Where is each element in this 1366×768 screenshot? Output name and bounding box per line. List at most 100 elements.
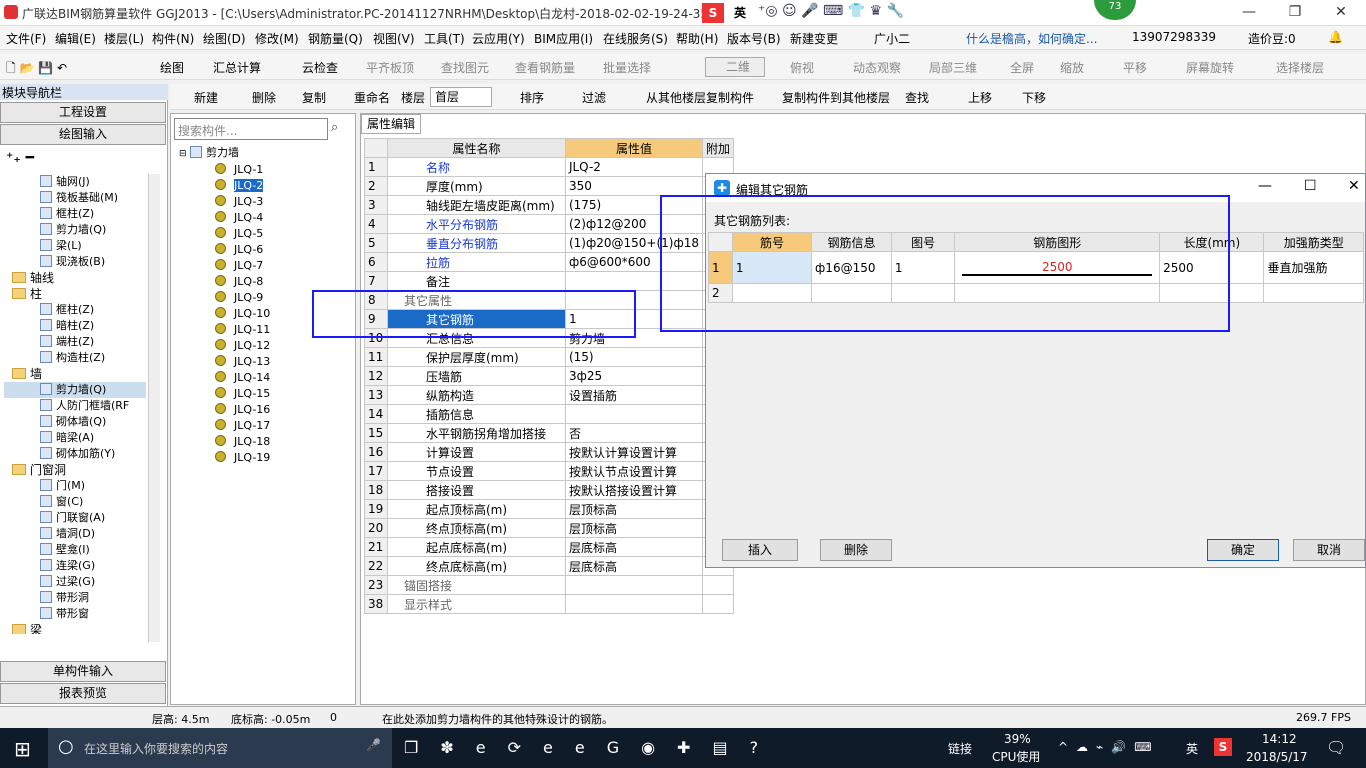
cloud-check-button[interactable]: 云检查 <box>302 59 338 76</box>
nav-tree-item[interactable]: 梁 <box>4 622 146 634</box>
property-row[interactable]: 16 计算设置 按默认计算设置计算 <box>364 442 735 462</box>
property-name[interactable]: 拉筋 <box>387 252 566 272</box>
menu-question-link[interactable]: 什么是檐高，如何确定... <box>966 30 1097 47</box>
orbit-button[interactable]: 动态观察 <box>853 59 901 76</box>
copy-from-floor-button[interactable]: 从其他楼层复制构件 <box>646 89 754 106</box>
rebar-cell[interactable]: 垂直加强筋 <box>1263 251 1364 284</box>
nav-tree-item[interactable]: 带形洞 <box>4 590 146 606</box>
ime-label[interactable]: 英 <box>734 4 746 21</box>
component-item[interactable]: JLQ-13 <box>215 354 355 370</box>
rebar-cell[interactable] <box>1263 283 1364 303</box>
nav-tree-item[interactable]: 窗(C) <box>4 494 146 510</box>
move-up-button[interactable]: 上移 <box>968 89 992 106</box>
property-value[interactable]: 设置插筋 <box>564 385 703 405</box>
nav-tree-item[interactable]: 门窗洞 <box>4 462 146 478</box>
copy-button[interactable]: 复制 <box>302 89 326 106</box>
component-root[interactable]: ⊟ 剪力墙 <box>179 145 239 161</box>
menu-component[interactable]: 构件(N) <box>152 30 194 47</box>
nav-tree-item[interactable]: 门联窗(A) <box>4 510 146 526</box>
windows-start-icon[interactable]: ⊞ <box>14 737 31 761</box>
property-extra[interactable] <box>701 575 735 595</box>
notifications-icon[interactable]: 🗨 <box>1326 738 1346 757</box>
nav-tree-item[interactable]: 门(M) <box>4 478 146 494</box>
property-row[interactable]: 23 锚固搭接 <box>364 575 735 595</box>
property-value[interactable] <box>564 575 703 595</box>
nav-tree-item[interactable]: 柱 <box>4 286 146 302</box>
property-name[interactable]: 终点底标高(m) <box>387 556 566 576</box>
flush-slab-button[interactable]: 平齐板顶 <box>366 59 414 76</box>
menu-tools[interactable]: 工具(T) <box>424 30 465 47</box>
nav-tree-item[interactable]: 墙 <box>4 366 146 382</box>
property-row[interactable]: 20 终点顶标高(m) 层顶标高 <box>364 518 735 538</box>
property-name[interactable]: 节点设置 <box>387 461 566 481</box>
property-value[interactable]: 层顶标高 <box>564 499 703 519</box>
property-name[interactable]: 保护层厚度(mm) <box>387 347 566 367</box>
property-row[interactable]: 11 保护层厚度(mm) (15) <box>364 347 735 367</box>
component-item[interactable]: JLQ-6 <box>215 242 355 258</box>
tray-icons[interactable]: ^☁⌁🔊⌨ <box>1058 740 1160 754</box>
copy-to-floor-button[interactable]: 复制构件到其他楼层 <box>782 89 890 106</box>
menu-modify[interactable]: 修改(M) <box>255 30 299 47</box>
component-item[interactable]: JLQ-5 <box>215 226 355 242</box>
nav-tree-item[interactable]: 剪力墙(Q) <box>4 382 146 398</box>
property-name[interactable]: 备注 <box>387 271 566 291</box>
select-floor-button[interactable]: 选择楼层 <box>1276 59 1324 76</box>
property-edit-tab[interactable]: 属性编辑 <box>361 114 421 134</box>
menu-view[interactable]: 视图(V) <box>373 30 415 47</box>
new-button[interactable]: 新建 <box>194 89 218 106</box>
property-name[interactable]: 起点顶标高(m) <box>387 499 566 519</box>
component-item[interactable]: JLQ-15 <box>215 386 355 402</box>
delete-button[interactable]: 删除 <box>252 89 276 106</box>
component-item[interactable]: JLQ-12 <box>215 338 355 354</box>
local-3d-button[interactable]: 局部三维 <box>929 59 977 76</box>
minimize-icon[interactable]: — <box>1226 0 1272 26</box>
property-value[interactable]: 层底标高 <box>564 556 703 576</box>
component-item[interactable]: JLQ-7 <box>215 258 355 274</box>
property-extra[interactable] <box>701 594 735 614</box>
nav-scrollbar[interactable] <box>148 174 160 642</box>
component-item[interactable]: JLQ-17 <box>215 418 355 434</box>
component-item[interactable]: JLQ-8 <box>215 274 355 290</box>
property-row[interactable]: 38 显示样式 <box>364 594 735 614</box>
ime-tools-icons[interactable]: ⁺◎ ☺ 🎤 ⌨ 👕 ♛ 🔧 <box>758 3 904 19</box>
nav-tree-item[interactable]: 轴网(J) <box>4 174 146 190</box>
menu-guangxiaoer[interactable]: 广小二 <box>874 30 910 47</box>
property-row[interactable]: 14 插筋信息 <box>364 404 735 424</box>
property-row[interactable]: 13 纵筋构造 设置插筋 <box>364 385 735 405</box>
component-item[interactable]: JLQ-4 <box>215 210 355 226</box>
property-row[interactable]: 2 厚度(mm) 350 <box>364 176 735 196</box>
file-actions-icons[interactable]: 🗋 📂 💾 ↶ <box>6 59 67 80</box>
delete-row-button[interactable]: 删除 <box>820 539 892 561</box>
taskbar-search[interactable]: ○ 在这里输入你要搜索的内容 🎤 <box>48 728 392 768</box>
property-name[interactable]: 压墙筋 <box>387 366 566 386</box>
property-name[interactable]: 插筋信息 <box>387 404 566 424</box>
component-item[interactable]: JLQ-16 <box>215 402 355 418</box>
nav-tree-item[interactable]: 人防门框墙(RF <box>4 398 146 414</box>
property-name[interactable]: 纵筋构造 <box>387 385 566 405</box>
summary-calc-button[interactable]: 汇总计算 <box>213 59 261 76</box>
property-row[interactable]: 1 名称 JLQ-2 <box>364 157 735 177</box>
property-name[interactable]: 计算设置 <box>387 442 566 462</box>
property-value[interactable]: JLQ-2 <box>564 157 703 177</box>
property-value[interactable] <box>564 594 703 614</box>
nav-tree-item[interactable]: 过梁(G) <box>4 574 146 590</box>
floor-select[interactable]: 首层 <box>430 87 492 107</box>
nav-tree-item[interactable]: 砌体墙(Q) <box>4 414 146 430</box>
nav-tree-item[interactable]: 暗柱(Z) <box>4 318 146 334</box>
zoom-button[interactable]: 缩放 <box>1060 59 1084 76</box>
cancel-button[interactable]: 取消 <box>1293 539 1365 561</box>
component-item[interactable]: JLQ-2 <box>215 178 355 194</box>
menu-bim[interactable]: BIM应用(I) <box>534 30 593 47</box>
fullscreen-button[interactable]: 全屏 <box>1010 59 1034 76</box>
property-name[interactable]: 厚度(mm) <box>387 176 566 196</box>
menu-edit[interactable]: 编辑(E) <box>55 30 96 47</box>
draw-button[interactable]: 绘图 <box>160 59 184 76</box>
menu-version[interactable]: 版本号(B) <box>727 30 781 47</box>
tray-sogou-icon[interactable]: S <box>1214 738 1232 756</box>
rename-button[interactable]: 重命名 <box>354 89 390 106</box>
mic-icon[interactable]: 🎤 <box>366 738 381 752</box>
property-value[interactable]: 层顶标高 <box>564 518 703 538</box>
find-button[interactable]: 查找 <box>905 89 929 106</box>
menu-rebar[interactable]: 钢筋量(Q) <box>308 30 363 47</box>
move-down-button[interactable]: 下移 <box>1022 89 1046 106</box>
